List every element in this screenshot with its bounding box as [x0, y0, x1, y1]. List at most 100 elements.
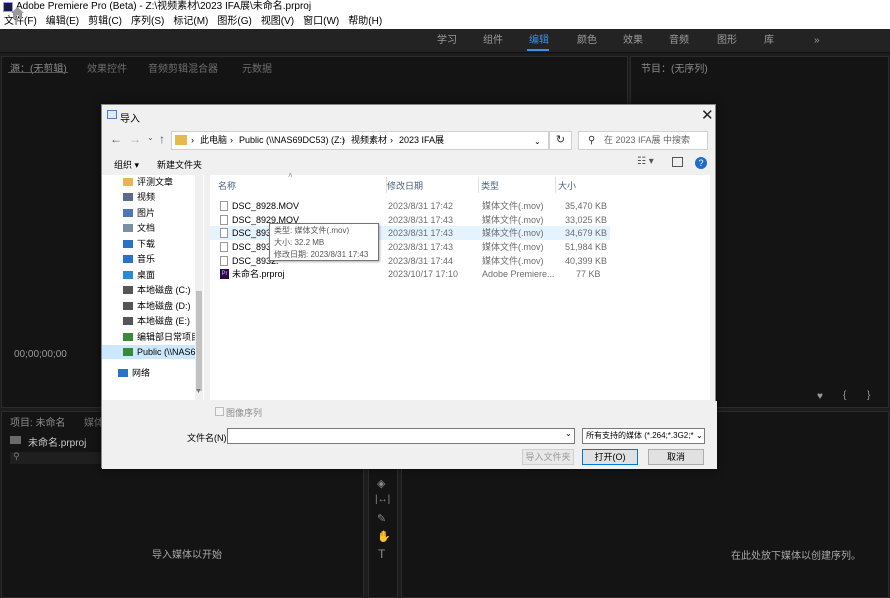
- organize-button[interactable]: 组织 ▾: [114, 158, 139, 171]
- open-button[interactable]: 打开(O): [582, 449, 638, 465]
- breadcrumb-video-assets[interactable]: 视频素材: [351, 132, 387, 149]
- breadcrumb-separator-icon: ›: [342, 135, 345, 145]
- workspace-graphics[interactable]: 图形: [717, 29, 737, 53]
- column-header-name[interactable]: 名称: [218, 179, 236, 192]
- help-icon[interactable]: ?: [695, 157, 707, 169]
- sidebar-item-downloads[interactable]: 下载: [102, 237, 198, 251]
- view-options-icon[interactable]: ☷ ▾: [637, 156, 654, 167]
- pen-tool-icon[interactable]: ✎: [377, 512, 386, 525]
- slip-tool-icon[interactable]: |↔|: [375, 494, 390, 505]
- network-drive-icon: [123, 333, 133, 341]
- navigation-pane: 评测文章 视频 图片 文档 下载 音乐 桌面 本地磁盘 (C:) 本地磁盘 (D…: [102, 175, 204, 400]
- menu-sequence[interactable]: 序列(S): [131, 14, 164, 29]
- file-type-filter[interactable]: 所有支持的媒体 (*.264;*.3G2;* ⌄: [582, 428, 705, 444]
- sidebar-item-drive-d[interactable]: 本地磁盘 (D:): [102, 299, 198, 313]
- drive-icon: [123, 317, 133, 325]
- menu-graphics[interactable]: 图形(G): [217, 14, 251, 29]
- in-point-icon[interactable]: {: [843, 390, 846, 401]
- menu-edit[interactable]: 编辑(E): [46, 14, 79, 29]
- hand-tool-icon[interactable]: ✋: [377, 530, 391, 543]
- file-icon: [220, 201, 228, 211]
- address-bar[interactable]: › 此电脑 › Public (\\NAS69DC53) (Z:) › 视频素材…: [171, 131, 549, 150]
- column-header-modified[interactable]: 修改日期: [387, 179, 423, 192]
- file-tooltip: 类型: 媒体文件(.mov) 大小: 32.2 MB 修改日期: 2023/8/…: [269, 223, 379, 261]
- column-header-size[interactable]: 大小: [558, 179, 576, 192]
- cancel-button[interactable]: 取消: [648, 449, 704, 465]
- out-point-icon[interactable]: }: [867, 390, 870, 401]
- column-header-type[interactable]: 类型: [481, 179, 499, 192]
- menu-clip[interactable]: 剪辑(C): [88, 14, 122, 29]
- sidebar-item-music[interactable]: 音乐: [102, 252, 198, 266]
- filename-label: 文件名(N):: [187, 433, 229, 443]
- import-folder-button[interactable]: 导入文件夹: [522, 449, 574, 465]
- download-icon: [123, 240, 133, 248]
- up-arrow-icon[interactable]: ↑: [159, 132, 165, 146]
- close-icon[interactable]: ✕: [701, 106, 714, 124]
- filename-input[interactable]: ⌄: [227, 428, 575, 444]
- file-row[interactable]: DSC_8928.MOV 2023/8/31 17:42 媒体文件(.mov) …: [210, 199, 610, 213]
- tab-audio-clip-mixer[interactable]: 音频剪辑混合器: [148, 60, 218, 75]
- breadcrumb-nas-drive[interactable]: Public (\\NAS69DC53) (Z:): [239, 132, 345, 149]
- sidebar-item-drive-c[interactable]: 本地磁盘 (C:): [102, 283, 198, 297]
- image-sequence-checkbox[interactable]: [215, 407, 224, 416]
- workspace-audio[interactable]: 音频: [669, 29, 689, 53]
- column-divider[interactable]: [386, 177, 387, 193]
- sidebar-item-drive-e[interactable]: 本地磁盘 (E:): [102, 314, 198, 328]
- workspace-learning[interactable]: 学习: [437, 29, 457, 53]
- menu-marker[interactable]: 标记(M): [173, 14, 208, 29]
- refresh-icon[interactable]: ↻: [549, 131, 572, 150]
- sidebar-item-reviews[interactable]: 评测文章: [102, 175, 198, 189]
- file-date: 2023/8/31 17:43: [388, 228, 454, 238]
- breadcrumb-current-folder[interactable]: 2023 IFA展: [399, 132, 444, 149]
- tab-metadata[interactable]: 元数据: [242, 60, 272, 75]
- workspace-color[interactable]: 颜色: [577, 29, 597, 53]
- import-media-hint: 导入媒体以开始: [152, 550, 222, 561]
- menu-view[interactable]: 视图(V): [261, 14, 294, 29]
- breadcrumb-this-pc[interactable]: 此电脑: [200, 132, 227, 149]
- workspace-effects[interactable]: 效果: [623, 29, 643, 53]
- workspace-libraries[interactable]: 库: [764, 29, 774, 53]
- preview-pane-icon[interactable]: [672, 157, 683, 167]
- sidebar-item-pictures[interactable]: 图片: [102, 206, 198, 220]
- sidebar-item-desktop[interactable]: 桌面: [102, 268, 198, 282]
- sidebar-item-network[interactable]: 网络: [102, 366, 192, 380]
- file-type: Adobe Premiere...: [482, 269, 555, 279]
- sidebar-item-videos[interactable]: 视频: [102, 190, 198, 204]
- scroll-down-icon[interactable]: ▼: [195, 388, 202, 395]
- document-icon: [123, 224, 133, 232]
- workspace-assembly[interactable]: 组件: [483, 29, 503, 53]
- tab-effect-controls[interactable]: 效果控件: [87, 60, 127, 75]
- sidebar-item-editorial-projects[interactable]: 编辑部日常项目: [102, 330, 198, 344]
- address-dropdown-icon[interactable]: ⌄: [534, 133, 541, 150]
- image-sequence-label: 图像序列: [226, 408, 263, 418]
- dialog-title: 导入: [120, 114, 140, 125]
- recent-chevron-icon[interactable]: ⌄: [147, 133, 154, 142]
- file-date: 2023/8/31 17:43: [388, 215, 454, 225]
- search-input[interactable]: ⚲ 在 2023 IFA展 中搜索: [578, 131, 708, 150]
- file-icon: [220, 256, 228, 266]
- sidebar-scroll-thumb[interactable]: [196, 291, 202, 391]
- sidebar-item-public-nas[interactable]: Public (\\NAS6: [102, 345, 198, 359]
- type-tool-icon[interactable]: T: [378, 547, 385, 561]
- tab-project[interactable]: 项目: 未命名: [10, 414, 66, 429]
- column-divider[interactable]: [555, 177, 556, 193]
- filename-dropdown-icon[interactable]: ⌄: [565, 429, 572, 438]
- heart-icon[interactable]: ♥: [817, 391, 823, 402]
- file-row[interactable]: Pr 未命名.prproj 2023/10/17 17:10 Adobe Pre…: [210, 267, 610, 281]
- column-divider[interactable]: [478, 177, 479, 193]
- tab-program[interactable]: 节目：(无序列): [641, 60, 708, 75]
- file-size: 51,984 KB: [565, 242, 608, 252]
- workspace-more-button[interactable]: »: [814, 29, 820, 53]
- file-date: 2023/8/31 17:44: [388, 256, 454, 266]
- razor-tool-icon[interactable]: ◈: [377, 477, 385, 490]
- file-size: 40,399 KB: [565, 256, 608, 266]
- back-arrow-icon[interactable]: ←: [110, 132, 122, 146]
- menu-window[interactable]: 窗口(W): [303, 14, 339, 29]
- sidebar-item-documents[interactable]: 文档: [102, 221, 198, 235]
- home-icon[interactable]: [11, 7, 24, 19]
- new-folder-button[interactable]: 新建文件夹: [157, 158, 202, 171]
- active-workspace-indicator: [527, 49, 549, 51]
- source-timecode[interactable]: 00;00;00;00: [14, 349, 67, 360]
- forward-arrow-icon[interactable]: →: [129, 132, 141, 146]
- menu-help[interactable]: 帮助(H): [348, 14, 382, 29]
